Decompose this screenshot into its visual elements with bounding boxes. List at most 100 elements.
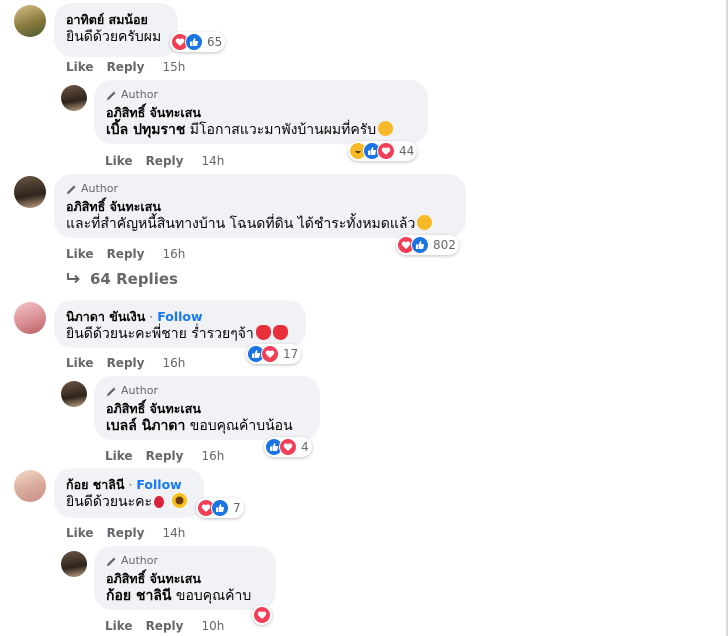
like-reaction-icon <box>411 236 429 254</box>
pencil-icon <box>106 386 116 396</box>
like-button[interactable]: Like <box>66 60 94 74</box>
author-badge: Author <box>106 88 416 102</box>
avatar[interactable] <box>61 85 87 111</box>
comment-body: ยินดีด้วยนะคะพี่ชาย ร่ำรวยๆจ้า <box>66 326 254 342</box>
reaction-summary[interactable] <box>252 605 272 625</box>
balloon-emoji-icon <box>154 496 164 508</box>
commenter-name[interactable]: อภิสิทธิ์ จันทะเสน <box>106 570 264 587</box>
reaction-summary[interactable]: 7 <box>196 498 244 518</box>
comment-actions: Like Reply 16h <box>105 449 224 463</box>
like-reaction-icon <box>211 499 229 517</box>
reaction-summary[interactable]: 17 <box>246 344 302 364</box>
author-badge: Author <box>106 384 308 398</box>
comment-bubble: ก้อย ชาลินี · Follow ยินดีด้วยนะคะ <box>54 468 204 518</box>
comment-body: ยินดีด้วยนะคะ <box>66 494 152 510</box>
comment-bubble: Author อภิสิทธิ์ จันทะเสน และที่สำคัญหนี… <box>54 174 466 238</box>
love-reaction-icon <box>279 438 297 456</box>
like-button[interactable]: Like <box>66 247 94 261</box>
timestamp[interactable]: 16h <box>201 449 224 463</box>
comment-body: มีโอกาสแวะมาพังบ้านผมที่ครับ <box>185 122 377 138</box>
comment-text: ยินดีด้วยนะคะพี่ชาย ร่ำรวยๆจ้า <box>66 325 294 344</box>
reply-button[interactable]: Reply <box>146 154 184 168</box>
comment-text: เบิ้ล ปทุมราช มีโอกาสแวะมาพังบ้านผมที่คร… <box>106 121 416 140</box>
timestamp[interactable]: 16h <box>162 247 185 261</box>
avatar[interactable] <box>61 381 87 407</box>
reply-button[interactable]: Reply <box>107 247 145 261</box>
reaction-summary[interactable]: 4 <box>264 437 312 457</box>
timestamp[interactable]: 14h <box>162 526 185 540</box>
replies-count-label: 64 Replies <box>90 270 178 288</box>
commenter-name: นิภาดา ขันเงิน · Follow <box>66 308 294 325</box>
reaction-count: 802 <box>433 238 456 252</box>
timestamp[interactable]: 14h <box>201 154 224 168</box>
like-button[interactable]: Like <box>66 356 94 370</box>
like-button[interactable]: Like <box>105 449 133 463</box>
author-label: Author <box>121 554 159 567</box>
commenter-name[interactable]: อภิสิทธิ์ จันทะเสน <box>106 400 308 417</box>
heart-emoji-icon <box>255 325 271 340</box>
reply-button[interactable]: Reply <box>107 526 145 540</box>
reply-arrow-icon <box>67 273 80 284</box>
comment-bubble: Author อภิสิทธิ์ จันทะเสน เบิ้ล ปทุมราช … <box>94 80 428 144</box>
reaction-count: 17 <box>283 347 299 361</box>
relieved-emoji-icon <box>417 215 433 230</box>
love-reaction-icon <box>377 142 395 160</box>
follow-button[interactable]: Follow <box>157 309 202 324</box>
like-button[interactable]: Like <box>105 619 133 633</box>
commenter-name[interactable]: อาทิตย์ สมน้อย <box>66 11 166 28</box>
comment-actions: Like Reply 15h <box>66 60 185 74</box>
timestamp[interactable]: 10h <box>201 619 224 633</box>
comment-actions: Like Reply 16h <box>66 356 185 370</box>
reply-button[interactable]: Reply <box>107 60 145 74</box>
commenter-name[interactable]: อภิสิทธิ์ จันทะเสน <box>106 104 416 121</box>
avatar[interactable] <box>14 470 46 502</box>
comment-body: ขอบคุณค้าบ <box>171 588 252 604</box>
reaction-count: 7 <box>233 501 241 515</box>
avatar[interactable] <box>61 551 87 577</box>
avatar[interactable] <box>14 302 46 334</box>
reply-button[interactable]: Reply <box>146 449 184 463</box>
author-badge: Author <box>106 554 264 568</box>
timestamp[interactable]: 15h <box>162 60 185 74</box>
pencil-icon <box>66 184 76 194</box>
author-label: Author <box>121 88 159 101</box>
author-label: Author <box>121 384 159 397</box>
reaction-summary[interactable]: 65 <box>170 32 226 52</box>
comment-body: ขอบคุณค้าบน้อน <box>185 418 293 434</box>
reaction-count: 65 <box>207 35 223 49</box>
view-replies-link[interactable]: 64 Replies <box>66 270 178 288</box>
commenter-name-link[interactable]: ก้อย ชาลินี <box>66 477 124 492</box>
like-reaction-icon <box>185 33 203 51</box>
avatar[interactable] <box>14 176 46 208</box>
like-button[interactable]: Like <box>105 154 133 168</box>
pencil-icon <box>106 556 116 566</box>
mention-link[interactable]: เบิ้ล ปทุมราช <box>106 122 185 138</box>
author-badge: Author <box>66 182 454 196</box>
comment-bubble: Author อภิสิทธิ์ จันทะเสน เบลล์ นิภาดา ข… <box>94 376 320 440</box>
timestamp[interactable]: 16h <box>162 356 185 370</box>
reply-button[interactable]: Reply <box>107 356 145 370</box>
reaction-summary[interactable]: 802 <box>396 235 459 255</box>
comment-bubble: อาทิตย์ สมน้อย ยินดีด้วยครับผม <box>54 3 178 57</box>
love-reaction-icon <box>261 345 279 363</box>
reaction-summary[interactable]: 44 <box>348 141 418 161</box>
comment-actions: Like Reply 14h <box>105 154 224 168</box>
commenter-name-link[interactable]: นิภาดา ขันเงิน <box>66 309 145 324</box>
mention-link[interactable]: ก้อย ชาลินี <box>106 588 171 604</box>
rofl-emoji-icon <box>378 121 394 136</box>
like-button[interactable]: Like <box>66 526 94 540</box>
comment-text: ก้อย ชาลินี ขอบคุณค้าบ <box>106 587 264 606</box>
follow-separator: · <box>124 477 137 492</box>
mention-link[interactable]: เบลล์ นิภาดา <box>106 418 185 434</box>
comment-text: เบลล์ นิภาดา ขอบคุณค้าบน้อน <box>106 417 308 436</box>
commenter-name[interactable]: อภิสิทธิ์ จันทะเสน <box>66 198 454 215</box>
follow-button[interactable]: Follow <box>136 477 181 492</box>
comment-text: และที่สำคัญหนี้สินทางบ้าน โฉนดที่ดิน ได้… <box>66 215 454 234</box>
comment-text: ยินดีด้วยครับผม <box>66 29 162 45</box>
pencil-icon <box>106 90 116 100</box>
avatar[interactable] <box>14 5 46 37</box>
reply-button[interactable]: Reply <box>146 619 184 633</box>
comment-actions: Like Reply 14h <box>66 526 185 540</box>
heart-emoji-icon <box>272 325 288 340</box>
comment-body: และที่สำคัญหนี้สินทางบ้าน โฉนดที่ดิน ได้… <box>66 216 416 232</box>
